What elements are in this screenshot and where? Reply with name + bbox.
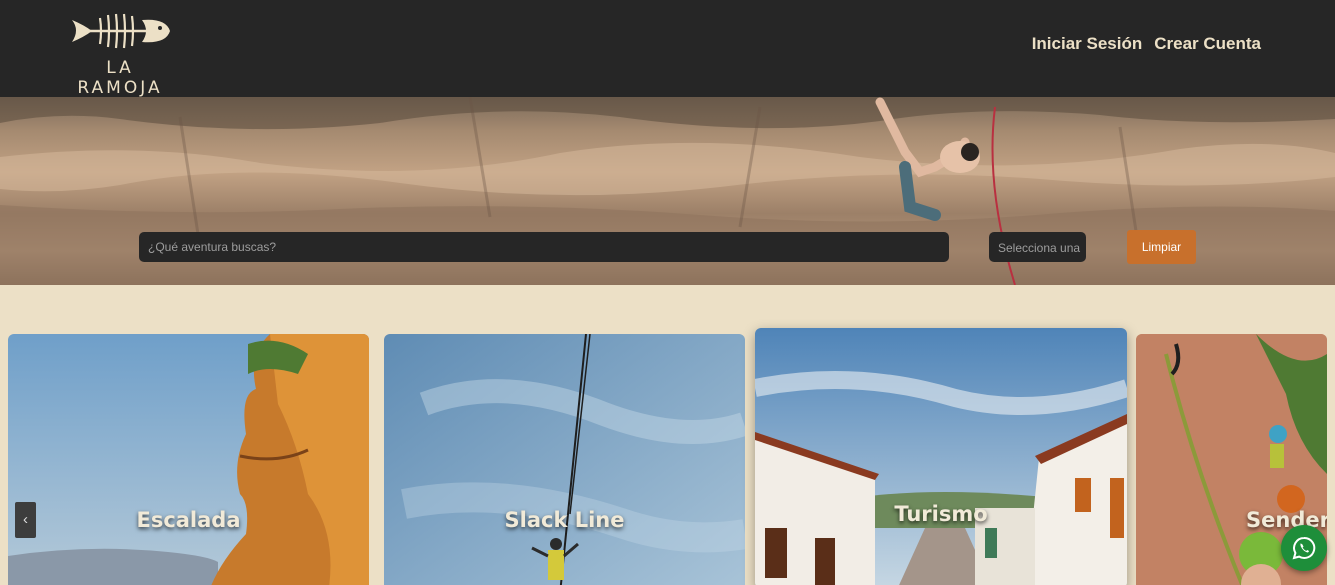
whatsapp-button[interactable] [1281, 525, 1327, 571]
header-nav: Iniciar Sesión Crear Cuenta [1032, 34, 1261, 54]
activities-carousel: Escalada Slack Line Turismo Sender ‹ [0, 285, 1335, 585]
slack-line-image [384, 334, 745, 585]
fish-skeleton-icon [72, 13, 170, 49]
turismo-image [755, 328, 1127, 585]
card-title: Slack Line [504, 508, 625, 532]
login-link[interactable]: Iniciar Sesión [1032, 34, 1143, 54]
carousel-prev-button[interactable]: ‹ [15, 502, 36, 538]
activity-card-escalada[interactable]: Escalada [8, 334, 369, 585]
search-input[interactable] [139, 232, 949, 262]
site-header: LA RAMOJA Iniciar Sesión Crear Cuenta [0, 0, 1335, 98]
category-select[interactable]: Selecciona una [989, 232, 1086, 262]
activity-card-turismo[interactable]: Turismo [755, 328, 1127, 585]
brand-logo[interactable]: LA RAMOJA [68, 10, 172, 98]
signup-link[interactable]: Crear Cuenta [1154, 34, 1261, 54]
escalada-image [8, 334, 369, 585]
clear-button[interactable]: Limpiar [1127, 230, 1196, 264]
whatsapp-icon [1292, 536, 1316, 560]
brand-name: LA RAMOJA [77, 58, 163, 98]
card-title: Turismo [894, 502, 988, 526]
card-title: Escalada [136, 508, 241, 532]
hero-banner: Selecciona una Limpiar [0, 97, 1335, 285]
activity-card-slack-line[interactable]: Slack Line [384, 334, 745, 585]
